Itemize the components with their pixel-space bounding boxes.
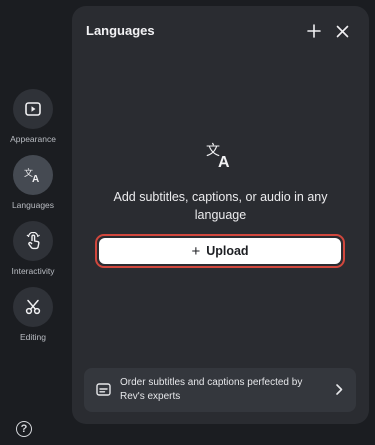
svg-text:A: A [32, 174, 39, 183]
svg-text:A: A [218, 154, 230, 169]
translate-icon: 文 A [24, 167, 39, 183]
help-icon[interactable]: ? [16, 421, 32, 437]
panel-title: Languages [86, 23, 155, 38]
rail-item-editing[interactable]: Editing [0, 287, 66, 342]
editing-button[interactable] [13, 287, 53, 327]
add-button[interactable] [305, 22, 323, 40]
captions-icon [96, 383, 111, 396]
rail-item-interactivity[interactable]: Interactivity [0, 221, 66, 276]
close-button[interactable] [333, 22, 351, 40]
tap-icon [26, 232, 40, 250]
rail-item-languages[interactable]: 文 A Languages [0, 155, 66, 210]
languages-button[interactable]: 文 A [13, 155, 53, 195]
rail-label-interactivity: Interactivity [11, 266, 55, 276]
rail-label-editing: Editing [20, 332, 46, 342]
plus-icon [307, 24, 321, 38]
rail-label-appearance: Appearance [10, 134, 56, 144]
upload-label: Upload [206, 244, 249, 258]
interactivity-button[interactable] [13, 221, 53, 261]
upload-highlight: + Upload [95, 234, 345, 268]
play-icon [25, 102, 41, 116]
appearance-button[interactable] [13, 89, 53, 129]
languages-panel: Languages 文 A Add subtitles, captions, o… [72, 6, 369, 424]
close-icon [336, 25, 348, 37]
translate-icon: 文 A [206, 143, 230, 169]
order-captions-text: Order subtitles and captions perfected b… [120, 377, 303, 402]
empty-state-message: Add subtitles, captions, or audio in any… [113, 190, 328, 222]
scissors-icon [25, 299, 41, 315]
upload-plus-icon: + [191, 242, 201, 260]
chevron-right-icon [336, 384, 343, 395]
upload-button[interactable]: + Upload [99, 238, 341, 264]
left-rail: Appearance 文 A Languages Interactivity E… [0, 0, 66, 445]
rail-label-languages: Languages [11, 200, 55, 210]
order-captions-card[interactable]: Order subtitles and captions perfected b… [84, 368, 356, 412]
rail-item-appearance[interactable]: Appearance [0, 89, 66, 144]
